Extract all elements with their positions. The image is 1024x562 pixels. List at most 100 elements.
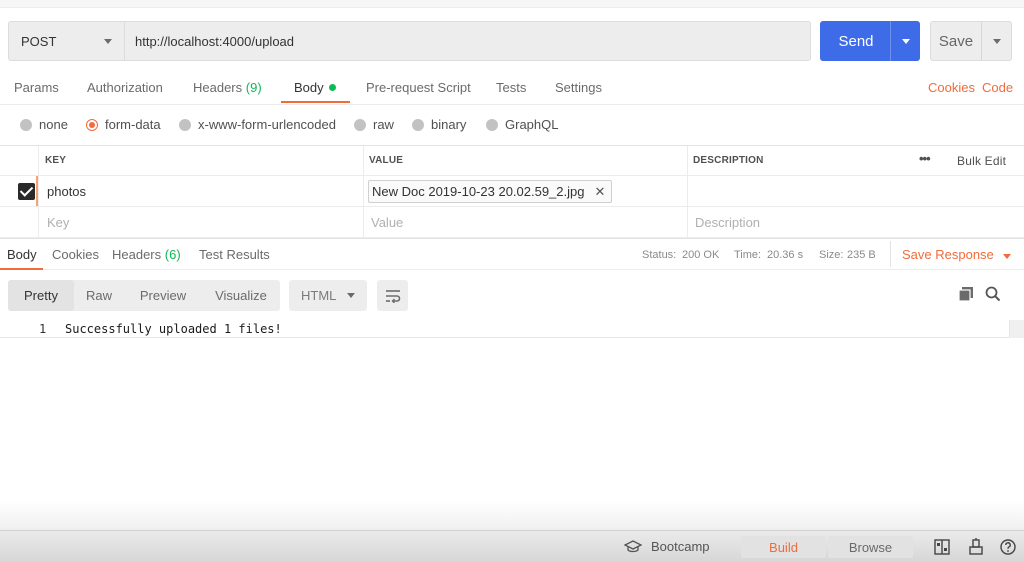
view-pretty-button[interactable]: Pretty: [8, 280, 74, 311]
table-row-empty: Key Value Description: [0, 207, 1024, 238]
layout-icon-svg: [934, 539, 950, 555]
file-chip[interactable]: New Doc 2019-10-23 20.02.59_2.jpg ✕: [368, 180, 613, 203]
send-button[interactable]: Send: [820, 21, 920, 61]
bootcamp-label: Bootcamp: [651, 539, 710, 554]
tab-tests[interactable]: Tests: [496, 80, 526, 95]
response-editor[interactable]: 1 Successfully uploaded 1 files!: [0, 320, 1010, 338]
editor-scrollbar[interactable]: [1009, 320, 1024, 338]
copy-icon[interactable]: [958, 286, 974, 305]
resp-tab-body[interactable]: Body: [7, 247, 37, 262]
send-dropdown[interactable]: [890, 21, 920, 61]
window-top-edge: [0, 0, 1024, 8]
chevron-down-icon: [901, 38, 910, 44]
bootcamp-button[interactable]: Bootcamp: [624, 539, 710, 554]
bulk-edit-link[interactable]: Bulk Edit: [957, 154, 1006, 168]
radio-label: form-data: [105, 117, 161, 132]
value-placeholder[interactable]: Value: [371, 215, 403, 230]
close-icon[interactable]: ✕: [594, 184, 605, 200]
radio-none[interactable]: none: [20, 117, 68, 132]
size-value: 235 B: [847, 249, 876, 261]
tab-authorization[interactable]: Authorization: [87, 80, 163, 95]
save-dropdown[interactable]: [981, 22, 1011, 60]
format-value: HTML: [301, 288, 337, 303]
body-type-radios: none form-data x-www-form-urlencoded raw…: [0, 111, 1024, 137]
tab-headers-label: Headers: [193, 80, 243, 95]
view-preview-button[interactable]: Preview: [124, 280, 202, 311]
param-key[interactable]: photos: [47, 184, 86, 199]
radio-label: binary: [431, 117, 467, 132]
column-divider: [38, 146, 39, 238]
cookies-link[interactable]: Cookies: [928, 80, 975, 95]
time-label: Time:: [734, 249, 762, 261]
save-response-label: Save Response: [902, 247, 994, 262]
view-raw-button[interactable]: Raw: [74, 280, 124, 311]
chevron-down-icon: [992, 38, 1001, 44]
radio-circle-icon: [412, 118, 424, 131]
response-tabs: Body Cookies Headers (6) Test Results St…: [0, 238, 1024, 270]
two-pane-view-icon[interactable]: [934, 539, 950, 558]
row-enabled-checkbox[interactable]: [18, 183, 35, 200]
send-label: Send: [838, 32, 874, 50]
tab-pre-request-script[interactable]: Pre-request Script: [366, 80, 471, 95]
description-placeholder[interactable]: Description: [695, 215, 760, 230]
status-label: Status:: [642, 249, 677, 261]
line-number: 1: [39, 322, 47, 336]
file-name: New Doc 2019-10-23 20.02.59_2.jpg: [372, 184, 585, 199]
wrap-lines-button[interactable]: [377, 280, 408, 311]
status-value: 200 OK: [682, 249, 720, 261]
radio-circle-icon: [20, 118, 32, 131]
tab-headers[interactable]: Headers (9): [193, 80, 262, 95]
radio-form-data[interactable]: form-data: [86, 117, 161, 132]
radio-raw[interactable]: raw: [354, 117, 394, 132]
save-button[interactable]: Save: [930, 21, 1012, 61]
more-options-icon[interactable]: •••: [919, 151, 931, 166]
help-icon[interactable]: [1000, 539, 1016, 558]
headers-count: (9): [245, 80, 262, 95]
runner-icon-svg: [969, 538, 983, 555]
radio-circle-icon: [179, 118, 191, 131]
radio-selected-icon: [86, 118, 98, 131]
search-icon-svg: [985, 286, 1001, 302]
code-link[interactable]: Code: [982, 80, 1013, 95]
tab-body-label: Body: [294, 80, 324, 95]
chevron-down-icon: [104, 38, 112, 44]
response-line: Successfully uploaded 1 files!: [65, 322, 282, 336]
method-select[interactable]: POST: [8, 21, 125, 61]
column-header-key: KEY: [45, 155, 67, 166]
radio-urlencoded[interactable]: x-www-form-urlencoded: [179, 117, 336, 132]
url-value: http://localhost:4000/upload: [135, 33, 295, 49]
resp-tab-headers-label: Headers: [112, 247, 162, 262]
bottom-fade: [0, 500, 1024, 530]
radio-label: none: [39, 117, 68, 132]
chevron-down-icon: [347, 293, 355, 298]
table-header-row: KEY VALUE DESCRIPTION ••• Bulk Edit: [0, 146, 1024, 176]
radio-binary[interactable]: binary: [412, 117, 466, 132]
save-response-button[interactable]: Save Response: [902, 247, 1012, 262]
size-label: Size:: [819, 249, 844, 261]
table-row: photos New Doc 2019-10-23 20.02.59_2.jpg…: [0, 176, 1024, 207]
resp-tab-cookies[interactable]: Cookies: [52, 247, 99, 262]
tab-settings[interactable]: Settings: [555, 80, 602, 95]
browse-tab[interactable]: Browse: [828, 536, 913, 558]
column-header-value: VALUE: [369, 155, 404, 166]
runner-icon[interactable]: [968, 538, 984, 558]
key-placeholder[interactable]: Key: [47, 215, 69, 230]
resp-tab-headers[interactable]: Headers (6): [112, 247, 181, 262]
tab-body[interactable]: Body: [294, 80, 336, 95]
search-icon[interactable]: [985, 286, 1001, 305]
save-label: Save: [938, 32, 974, 50]
help-icon-svg: [1000, 539, 1016, 555]
url-input[interactable]: http://localhost:4000/upload: [125, 21, 811, 61]
form-data-table: KEY VALUE DESCRIPTION ••• Bulk Edit phot…: [0, 145, 1024, 238]
view-mode-group: Pretty Raw Preview Visualize: [8, 280, 280, 311]
format-select[interactable]: HTML: [289, 280, 367, 311]
view-visualize-button[interactable]: Visualize: [202, 280, 280, 311]
body-indicator-dot: [328, 84, 336, 91]
tab-params[interactable]: Params: [14, 80, 59, 95]
radio-graphql[interactable]: GraphQL: [486, 117, 558, 132]
column-divider: [363, 146, 364, 238]
build-tab[interactable]: Build: [741, 536, 826, 558]
resp-tab-test-results[interactable]: Test Results: [199, 247, 270, 262]
radio-circle-icon: [354, 118, 366, 131]
radio-label: raw: [373, 117, 394, 132]
